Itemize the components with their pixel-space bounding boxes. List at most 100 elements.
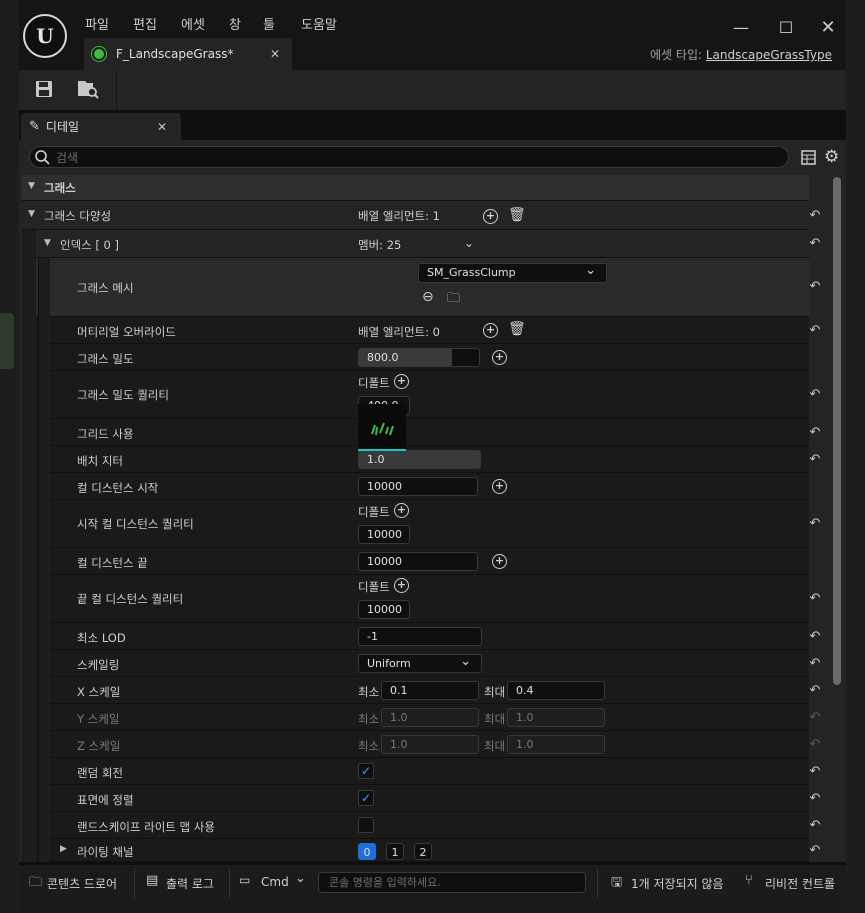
search-input[interactable]: 검색 [29, 146, 789, 168]
scale-x-max-value: 0.4 [516, 684, 534, 697]
reset-icon[interactable]: ↶ [807, 791, 823, 807]
chevron-down-icon[interactable]: ⌄ [295, 871, 306, 886]
content-drawer-icon[interactable]: 🗀 [29, 873, 42, 895]
menu-edit[interactable]: 편집 [133, 14, 157, 33]
menu-file[interactable]: 파일 [85, 14, 109, 33]
scale-x-max-input[interactable]: 0.4 [507, 681, 605, 700]
menu-asset[interactable]: 에셋 [181, 14, 205, 33]
add-quality-icon[interactable]: + [394, 374, 409, 389]
add-quality-icon[interactable]: + [394, 503, 409, 518]
grass-mesh-row: 그래스 메시 SM_GrassClump ⌄ ⊖ 🗀 ↶ [22, 258, 820, 317]
search-icon [35, 150, 50, 165]
reset-icon[interactable]: ↶ [807, 236, 823, 252]
reset-icon[interactable]: ↶ [807, 591, 823, 607]
cull-end-input[interactable]: 10000 [358, 552, 478, 571]
reset-icon[interactable]: ↶ [807, 764, 823, 780]
scaling-dropdown[interactable]: Uniform ⌄ [358, 654, 482, 673]
reset-icon[interactable]: ↶ [807, 629, 823, 645]
cull-end-quality-value: 10000 [367, 603, 402, 616]
grass-mesh-value: SM_GrassClump [427, 266, 516, 279]
reset-icon[interactable]: ↶ [807, 656, 823, 672]
add-quality-override-icon[interactable]: + [492, 479, 507, 494]
revision-control-button[interactable]: 리비전 컨트롤 [765, 875, 835, 892]
minimize-icon[interactable]: — [731, 18, 751, 38]
reset-icon[interactable]: ↶ [807, 323, 823, 339]
unreal-logo-icon[interactable]: U [23, 14, 67, 58]
lighting-channel-1[interactable]: 1 [386, 843, 404, 860]
menu-help[interactable]: 도움말 [301, 14, 337, 33]
grass-varieties-collapse-icon[interactable]: ▼ [28, 209, 35, 219]
reset-icon[interactable]: ↶ [807, 208, 823, 224]
close-window-icon[interactable]: ✕ [818, 18, 838, 38]
lighting-channel-0[interactable]: 0 [358, 843, 376, 860]
placement-jitter-input[interactable]: 1.0 [358, 450, 481, 469]
cull-start-input[interactable]: 10000 [358, 477, 478, 496]
save-icon[interactable] [35, 80, 53, 98]
status-separator [597, 868, 598, 898]
scale-y-min-input: 1.0 [381, 708, 479, 727]
reset-icon[interactable]: ↶ [807, 843, 823, 859]
material-overrides-label: 머티리얼 오버라이드 [77, 325, 176, 339]
min-lod-input[interactable]: -1 [358, 627, 482, 646]
content-drawer-button[interactable]: 콘텐츠 드로어 [47, 875, 117, 892]
add-quality-override-icon[interactable]: + [492, 554, 507, 569]
scale-z-row: Z 스케일 최소 1.0 최대 1.0 ↶ [22, 731, 820, 758]
reset-icon[interactable]: ↶ [807, 516, 823, 532]
output-log-button[interactable]: 출력 로그 [166, 875, 214, 892]
table-view-icon[interactable] [801, 150, 816, 165]
console-input[interactable]: 콘솔 명령을 입력하세요. [318, 872, 586, 893]
browse-asset-icon[interactable] [77, 79, 99, 99]
category-row[interactable]: ▼ 그래스 [22, 175, 809, 201]
grass-density-quality-default-label: 디폴트 [358, 376, 390, 390]
cull-start-quality-input[interactable]: 10000 [358, 525, 410, 544]
add-quality-override-icon[interactable]: + [492, 350, 507, 365]
category-collapse-icon[interactable]: ▼ [28, 181, 35, 191]
add-quality-icon[interactable]: + [394, 578, 409, 593]
use-landscape-lightmap-row: 랜드스케이프 라이트 맵 사용 ↶ [22, 812, 820, 839]
status-bar: 🗀 콘텐츠 드로어 ▤ 출력 로그 ▭ Cmd ⌄ 콘솔 명령을 입력하세요. … [19, 862, 846, 913]
scrollbar[interactable] [833, 177, 841, 685]
settings-gear-icon[interactable]: ⚙ [824, 147, 839, 167]
trash-icon[interactable]: 🗑 [508, 321, 526, 337]
lighting-channels-expand-icon[interactable]: ▶ [60, 844, 67, 854]
revision-control-icon[interactable]: ⑂ [745, 873, 753, 888]
index-dropdown-icon[interactable]: ⌄ [464, 236, 474, 250]
cmd-dropdown[interactable]: Cmd [261, 875, 289, 889]
asset-type-link[interactable]: LandscapeGrassType [706, 48, 832, 62]
reset-icon[interactable]: ↶ [807, 279, 823, 295]
random-rotation-checkbox[interactable]: ✓ [358, 763, 374, 779]
reset-icon[interactable]: ↶ [807, 425, 823, 441]
use-selected-asset-icon[interactable]: ⊖ [422, 289, 434, 305]
maximize-icon[interactable]: ☐ [776, 18, 796, 38]
add-element-icon[interactable]: + [483, 209, 498, 224]
close-details-tab-icon[interactable]: ✕ [157, 120, 167, 134]
reset-icon[interactable]: ↶ [807, 387, 823, 403]
use-landscape-lightmap-label: 랜드스케이프 라이트 맵 사용 [77, 820, 215, 834]
details-tab[interactable]: ✎ 디테일 ✕ [21, 113, 181, 140]
scale-z-label: Z 스케일 [77, 739, 121, 753]
reset-icon[interactable]: ↶ [807, 818, 823, 834]
reset-icon[interactable]: ↶ [807, 452, 823, 468]
document-tab[interactable]: F_LandscapeGrass* ✕ [84, 38, 292, 70]
menu-tools[interactable]: 툴 [263, 14, 275, 33]
scale-y-max-value: 1.0 [516, 711, 534, 724]
trash-icon[interactable]: 🗑 [508, 207, 526, 223]
add-element-icon[interactable]: + [483, 323, 498, 338]
cull-end-quality-input[interactable]: 10000 [358, 600, 410, 619]
lighting-channel-2[interactable]: 2 [414, 843, 432, 860]
grass-mesh-dropdown[interactable]: SM_GrassClump ⌄ [418, 263, 607, 283]
scale-x-min-input[interactable]: 0.1 [381, 681, 479, 700]
output-log-icon[interactable]: ▤ [146, 873, 158, 888]
unsaved-button[interactable]: 1개 저장되지 않음 [631, 875, 724, 892]
menu-window[interactable]: 창 [229, 14, 241, 33]
grass-mesh-thumbnail[interactable] [358, 404, 406, 451]
align-to-surface-checkbox[interactable]: ✓ [358, 790, 374, 806]
index-collapse-icon[interactable]: ▼ [44, 238, 51, 248]
browse-to-asset-icon[interactable]: 🗀 [447, 289, 460, 311]
use-landscape-lightmap-checkbox[interactable] [358, 817, 374, 833]
placement-jitter-row: 배치 지터 1.0 ↶ [22, 446, 820, 473]
close-tab-icon[interactable]: ✕ [270, 47, 280, 61]
grass-density-input[interactable]: 800.0 [358, 348, 480, 367]
unsaved-icon[interactable]: 🖫 [611, 873, 622, 895]
reset-icon[interactable]: ↶ [807, 683, 823, 699]
